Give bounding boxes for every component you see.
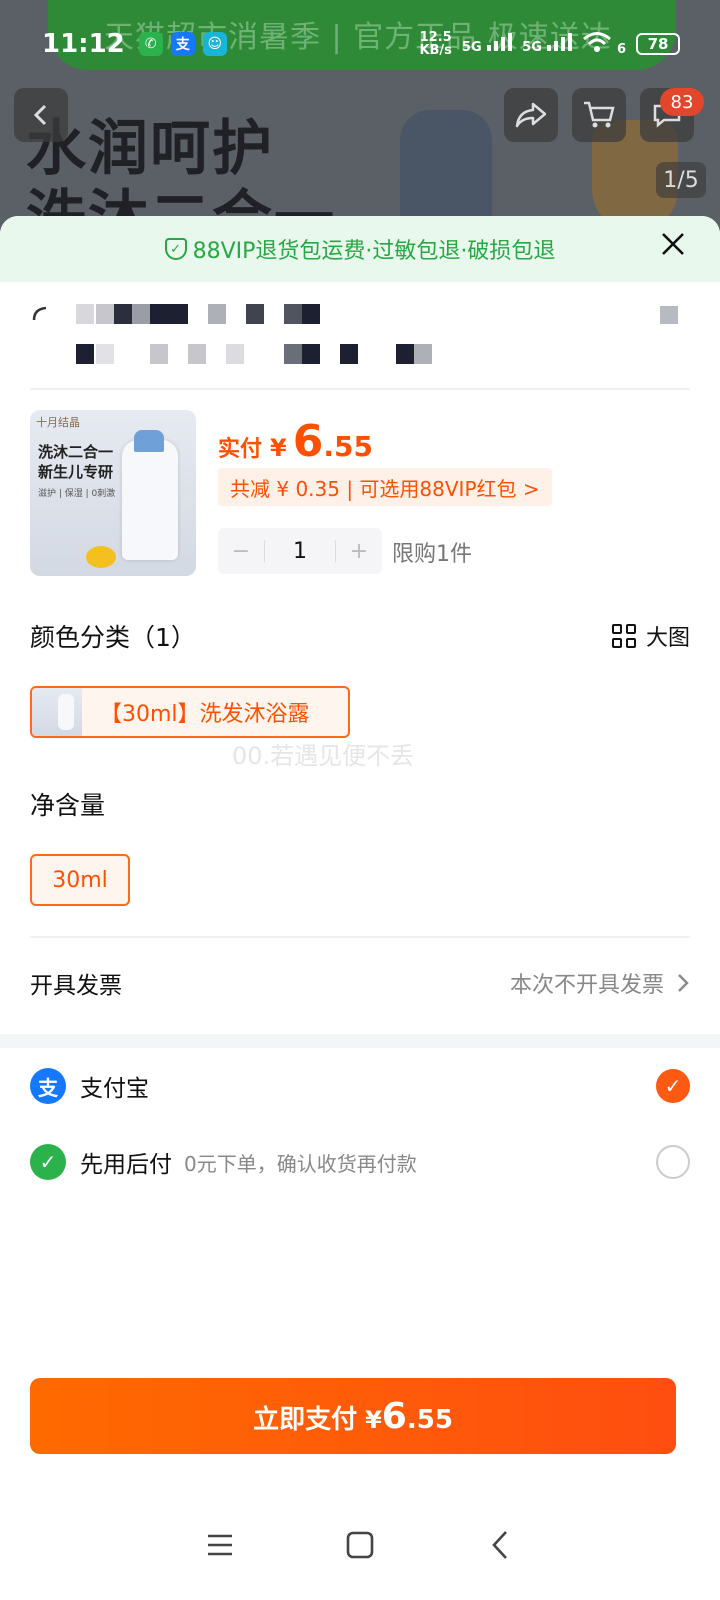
- quantity-value[interactable]: 1: [265, 539, 335, 564]
- shipping-address[interactable]: [30, 282, 690, 390]
- payment-radio-selected[interactable]: ✓: [656, 1069, 690, 1103]
- color-section-header: 颜色分类（1） 大图: [30, 606, 690, 666]
- status-bar: 11:12 ✆ 支 ☺ 12.5 KB/s 5G 5G 6 78: [0, 0, 720, 88]
- shield-check-icon: ✓: [164, 238, 187, 260]
- grid-icon: [611, 624, 636, 648]
- cart-button[interactable]: [572, 88, 626, 142]
- menu-button[interactable]: [190, 1515, 250, 1575]
- clock: 11:12: [42, 29, 125, 59]
- share-icon: [515, 102, 547, 128]
- vip-notice-bar: ✓ 88VIP退货包运费·过敏包退·破损包退: [0, 216, 720, 282]
- wechat-icon: ✆: [138, 32, 163, 56]
- checkout-sheet: ✓ 88VIP退货包运费·过敏包退·破损包退 十月结晶 洗沐二合一 新生儿专研 …: [0, 216, 720, 1600]
- cart-count-badge: 83: [660, 88, 704, 116]
- home-icon: [346, 1531, 374, 1559]
- pay-now-button[interactable]: 立即支付 ¥ 6 .55: [30, 1378, 676, 1454]
- network-speed: 12.5 KB/s: [419, 30, 452, 58]
- color-section-title: 颜色分类（1）: [30, 623, 196, 652]
- status-right: 12.5 KB/s 5G 5G 6 78: [419, 31, 680, 57]
- cart-icon: [584, 101, 615, 128]
- watermark-text: 00.若遇见便不丢: [232, 742, 415, 770]
- section-divider: [0, 1034, 720, 1048]
- system-navigation-bar: [0, 1490, 720, 1600]
- close-button[interactable]: [660, 226, 686, 266]
- vip-notice-text: 88VIP退货包运费·过敏包退·破损包退: [192, 239, 556, 264]
- invoice-row[interactable]: 开具发票 本次不开具发票: [30, 936, 690, 1028]
- product-thumbnail[interactable]: 十月结晶 洗沐二合一 新生儿专研 滋护 | 保湿 | 0刺激: [30, 410, 196, 576]
- close-icon: [662, 233, 684, 255]
- size-option-selected[interactable]: 30ml: [30, 854, 130, 906]
- headline-line-1: 水润呵护: [26, 114, 274, 184]
- quantity-stepper: − 1 +: [218, 528, 382, 574]
- signal-2-icon: 5G: [522, 33, 573, 55]
- chevron-right-icon: [678, 974, 689, 992]
- chevron-left-icon: [33, 104, 47, 126]
- decrease-button[interactable]: −: [218, 539, 264, 564]
- payment-radio-unselected[interactable]: [656, 1145, 690, 1179]
- signal-1-icon: 5G: [462, 33, 513, 55]
- size-section-header: 净含量: [30, 774, 690, 834]
- alipay-icon: 支: [30, 1068, 66, 1104]
- increase-button[interactable]: +: [336, 539, 382, 564]
- share-button[interactable]: [504, 88, 558, 142]
- big-image-toggle[interactable]: 大图: [611, 620, 690, 652]
- payment-option-alipay[interactable]: 支 支付宝 ✓: [30, 1048, 690, 1124]
- invoice-label: 开具发票: [30, 973, 122, 999]
- app-notification-icon: ☺: [202, 32, 227, 56]
- menu-icon: [208, 1534, 232, 1556]
- payment-option-subtitle: 0元下单，确认收货再付款: [184, 1151, 417, 1176]
- payment-option-pay-later[interactable]: ✓ 先用后付 0元下单，确认收货再付款: [30, 1124, 690, 1200]
- home-button[interactable]: [330, 1515, 390, 1575]
- system-back-button[interactable]: [470, 1515, 530, 1575]
- pay-later-icon: ✓: [30, 1144, 66, 1180]
- back-button[interactable]: [14, 88, 68, 142]
- back-arrow-icon: [492, 1531, 507, 1559]
- color-option-selected[interactable]: 【30ml】洗发沐浴露: [30, 686, 350, 738]
- product-summary: 十月结晶 洗沐二合一 新生儿专研 滋护 | 保湿 | 0刺激 实付 ¥ 6 .5…: [0, 410, 720, 606]
- invoice-value: 本次不开具发票: [509, 973, 664, 998]
- color-option-thumbnail: [32, 688, 82, 736]
- image-counter: 1/5: [656, 162, 706, 198]
- payment-option-name: 支付宝: [80, 1076, 149, 1102]
- wifi-icon: 6: [582, 31, 626, 57]
- payment-option-name: 先用后付: [80, 1152, 172, 1178]
- size-section-title: 净含量: [30, 791, 106, 820]
- paid-price: 实付 ¥ 6 .55: [218, 416, 373, 467]
- alipay-status-icon: 支: [170, 32, 195, 56]
- location-icon: [32, 306, 47, 321]
- discount-tag[interactable]: 共减 ¥ 0.35 | 可选用88VIP红包 >: [218, 468, 552, 506]
- purchase-limit: 限购1件: [392, 542, 472, 567]
- battery-indicator: 78: [636, 33, 680, 55]
